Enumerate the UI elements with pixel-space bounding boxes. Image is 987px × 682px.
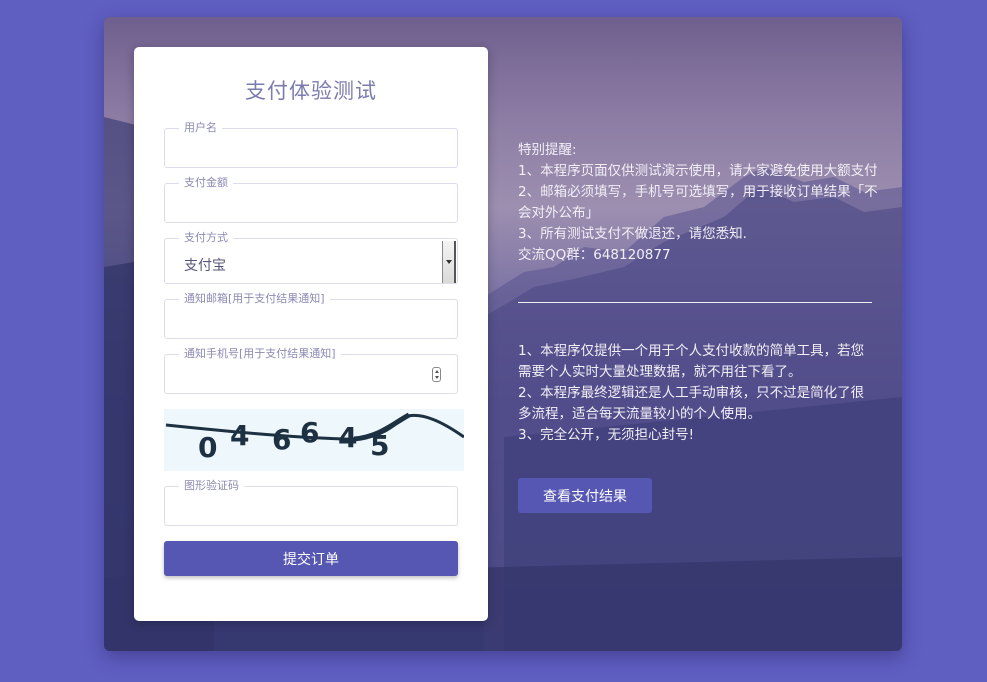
- submit-order-button[interactable]: 提交订单: [164, 541, 458, 576]
- username-label: 用户名: [179, 121, 222, 135]
- payment-method-label: 支付方式: [179, 231, 233, 245]
- about-section: 1、本程序仅提供一个用于个人支付收款的简单工具，若您需要个人实时大量处理数据，就…: [518, 341, 870, 446]
- svg-text:4: 4: [230, 419, 249, 452]
- notice-line: 3、所有测试支付不做退还，请您悉知.: [518, 226, 747, 242]
- notice-line: 2、邮箱必须填写，手机号可选填写，用于接收订单结果「不会对外公布」: [518, 184, 878, 221]
- about-line: 2、本程序最终逻辑还是人工手动审核，只不过是简化了很多流程，适合每天流量较小的个…: [518, 385, 865, 422]
- payment-method-value: 支付宝: [184, 258, 226, 274]
- payment-form: 支付体验测试 用户名 支付金额 支付方式 支付宝 通知邮箱[用于支付结果通知] …: [134, 47, 488, 621]
- form-title: 支付体验测试: [245, 79, 377, 103]
- divider: [518, 302, 872, 303]
- view-payment-result-button[interactable]: 查看支付结果: [518, 478, 652, 513]
- captcha-label: 图形验证码: [179, 479, 244, 493]
- svg-text:6: 6: [272, 423, 291, 456]
- email-label: 通知邮箱[用于支付结果通知]: [179, 292, 330, 306]
- amount-field[interactable]: 支付金额: [164, 176, 458, 223]
- phone-label: 通知手机号[用于支付结果通知]: [179, 347, 341, 361]
- svg-text:0: 0: [198, 431, 217, 464]
- amount-label: 支付金额: [179, 176, 233, 190]
- notice-heading: 特别提醒:: [518, 142, 577, 158]
- username-field[interactable]: 用户名: [164, 121, 458, 168]
- notice-section: 特别提醒: 1、本程序页面仅供测试演示使用，请大家避免使用大额支付 2、邮箱必须…: [518, 140, 878, 266]
- phone-field[interactable]: 通知手机号[用于支付结果通知]: [164, 347, 458, 394]
- about-line: 1、本程序仅提供一个用于个人支付收款的简单工具，若您需要个人实时大量处理数据，就…: [518, 343, 865, 380]
- email-field[interactable]: 通知邮箱[用于支付结果通知]: [164, 292, 458, 339]
- svg-text:4: 4: [338, 421, 357, 454]
- notice-line: 1、本程序页面仅供测试演示使用，请大家避免使用大额支付: [518, 163, 878, 179]
- qq-group-line: 交流QQ群：648120877: [518, 247, 671, 263]
- about-line: 3、完全公开，无须担心封号!: [518, 427, 695, 443]
- number-spinner-icon[interactable]: [432, 367, 441, 382]
- captcha-field[interactable]: 图形验证码: [164, 479, 458, 526]
- captcha-graphic: 046645 0 4 6 6 4 5: [165, 412, 465, 464]
- svg-text:6: 6: [300, 416, 319, 449]
- main-card: 支付体验测试 用户名 支付金额 支付方式 支付宝 通知邮箱[用于支付结果通知] …: [104, 17, 902, 651]
- chevron-down-icon[interactable]: [442, 241, 456, 283]
- svg-text:5: 5: [370, 429, 389, 462]
- payment-method-select[interactable]: 支付方式 支付宝: [164, 231, 458, 284]
- captcha-image[interactable]: 046645 0 4 6 6 4 5: [164, 409, 465, 471]
